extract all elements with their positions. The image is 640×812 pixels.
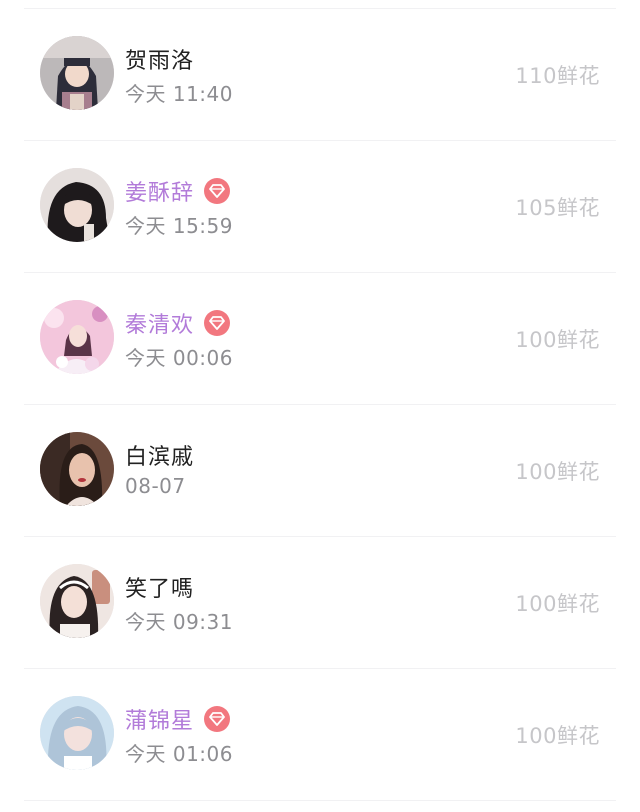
- user-name[interactable]: 笑了嗎: [125, 571, 194, 603]
- timestamp: 今天 15:59: [125, 214, 233, 238]
- name-line: 笑了嗎: [125, 570, 194, 604]
- name-line: 蒲锦星: [125, 702, 231, 736]
- list-item[interactable]: 贺雨洛 今天 11:40 110鲜花: [0, 8, 640, 140]
- gift-count: 105鲜花: [515, 196, 600, 220]
- avatar-girl-red-lips-icon: [40, 432, 114, 506]
- avatar[interactable]: [40, 300, 114, 374]
- user-name[interactable]: 蒲锦星: [125, 703, 194, 735]
- user-name[interactable]: 秦清欢: [125, 307, 194, 339]
- timestamp: 今天 00:06: [125, 346, 233, 370]
- list-item[interactable]: 姜酥辞 今天 15:59 105鲜花: [0, 140, 640, 272]
- list-item[interactable]: 蒲锦星 今天 01:06 100鲜花: [0, 668, 640, 800]
- user-name[interactable]: 姜酥辞: [125, 175, 194, 207]
- avatar-anime-girl-icon: [40, 36, 114, 110]
- list-item[interactable]: 秦清欢 今天 00:06 100鲜花: [0, 272, 640, 404]
- name-line: 姜酥辞: [125, 174, 231, 208]
- list-item[interactable]: 白滨戚 08-07 100鲜花: [0, 404, 640, 536]
- avatar[interactable]: [40, 168, 114, 242]
- divider: [24, 800, 616, 801]
- avatar[interactable]: [40, 36, 114, 110]
- avatar[interactable]: [40, 564, 114, 638]
- gift-count: 100鲜花: [515, 724, 600, 748]
- list-item[interactable]: 笑了嗎 今天 09:31 100鲜花: [0, 536, 640, 668]
- gift-count: 100鲜花: [515, 328, 600, 352]
- gift-count: 100鲜花: [515, 592, 600, 616]
- timestamp: 08-07: [125, 474, 186, 498]
- timestamp: 今天 01:06: [125, 742, 233, 766]
- avatar-girl-silver-hair-icon: [40, 696, 114, 770]
- gift-count: 110鲜花: [515, 64, 600, 88]
- name-line: 白滨戚: [125, 438, 194, 472]
- user-name[interactable]: 贺雨洛: [125, 43, 194, 75]
- avatar-girl-dark-hair-icon: [40, 168, 114, 242]
- avatar-girl-pink-dress-icon: [40, 300, 114, 374]
- avatar-girl-selfie-icon: [40, 564, 114, 638]
- vip-diamond-icon: [204, 706, 231, 732]
- vip-diamond-icon: [204, 178, 231, 204]
- avatar[interactable]: [40, 696, 114, 770]
- timestamp: 今天 11:40: [125, 82, 233, 106]
- name-line: 贺雨洛: [125, 42, 194, 76]
- name-line: 秦清欢: [125, 306, 231, 340]
- avatar[interactable]: [40, 432, 114, 506]
- gift-ranking-list: 贺雨洛 今天 11:40 110鲜花 姜酥辞 今天 15:59 105鲜花 秦清…: [0, 0, 640, 812]
- vip-diamond-icon: [204, 310, 231, 336]
- timestamp: 今天 09:31: [125, 610, 233, 634]
- user-name[interactable]: 白滨戚: [125, 439, 194, 471]
- gift-count: 100鲜花: [515, 460, 600, 484]
